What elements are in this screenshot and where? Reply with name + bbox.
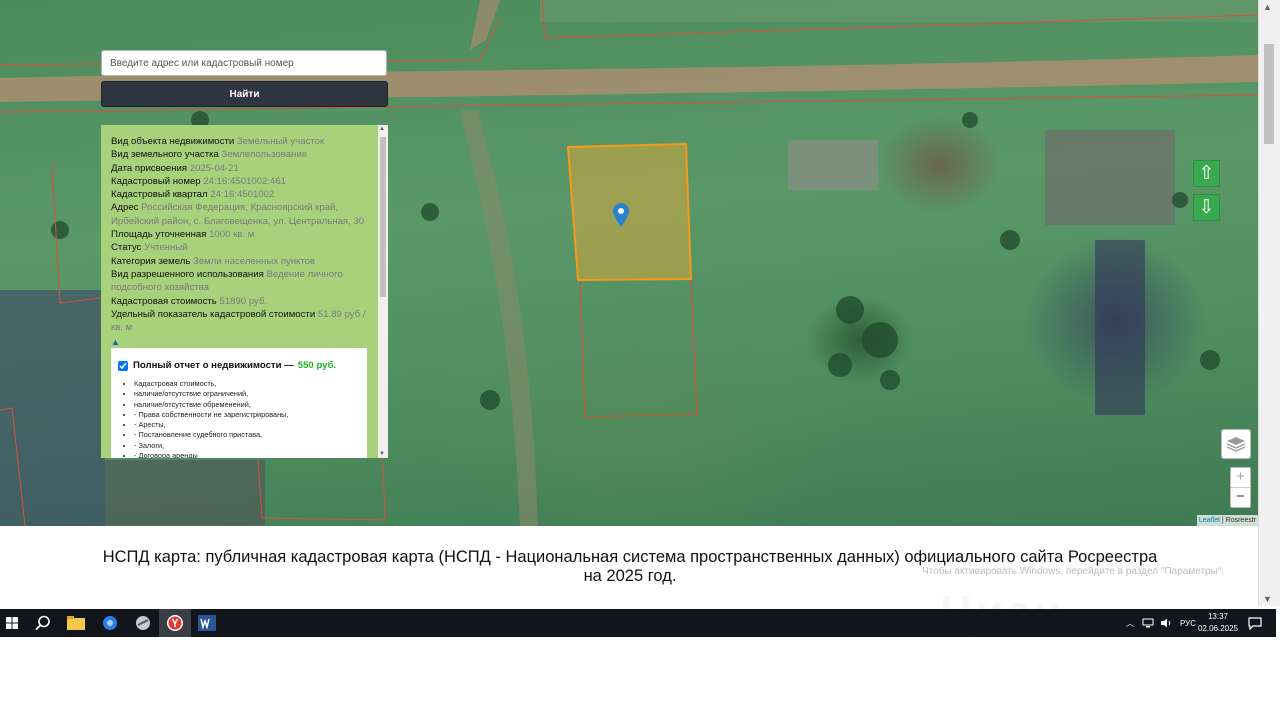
building-1 xyxy=(788,140,878,190)
info-row: Вид объекта недвижимости Земельный участ… xyxy=(111,135,366,148)
info-row: Адрес Российская Федерация, Красноярский… xyxy=(111,201,366,228)
yandex-browser-icon[interactable] xyxy=(165,613,185,633)
info-row: Площадь уточненная 1000 кв. м xyxy=(111,228,366,241)
info-row: Вид земельного участка Землепользование xyxy=(111,148,366,161)
info-row: Кадастровая стоимость 51890 руб. xyxy=(111,295,366,308)
search-icon[interactable] xyxy=(33,613,53,633)
info-key: Площадь уточненная xyxy=(111,229,207,241)
map-attribution: Leaflet | Rosreestr xyxy=(1196,515,1258,526)
info-key: Дата присвоения xyxy=(111,162,188,174)
clock-date: 02.06.2025 xyxy=(1197,624,1239,633)
location-pin-icon[interactable] xyxy=(613,203,629,227)
scroll-up-arrow-icon[interactable]: ▲ xyxy=(379,126,385,132)
report-item: - Договора аренды xyxy=(134,451,359,458)
info-row: Вид разрешенного использования Ведение л… xyxy=(111,268,366,295)
info-row: Дата присвоения 2025-04-21 xyxy=(111,162,366,175)
clock-time: 13:37 xyxy=(1207,612,1229,621)
browser-icon[interactable] xyxy=(100,613,120,633)
info-value: 51890 руб. xyxy=(219,295,268,307)
dark-field xyxy=(1095,240,1145,415)
info-key: Категория земель xyxy=(111,255,191,267)
info-key: Кадастровая стоимость xyxy=(111,295,217,307)
info-key: Вид земельного участка xyxy=(111,149,219,161)
taskbar-clock[interactable]: 13:37 02.06.2025 xyxy=(1196,611,1240,635)
report-item: - Аресты, xyxy=(134,420,359,430)
map-viewport[interactable]: Найти Вид объекта недвижимости Земельный… xyxy=(0,0,1258,526)
language-indicator[interactable]: РУС xyxy=(1180,619,1196,628)
info-value: Земли населенных пунктов xyxy=(193,255,316,267)
report-item: Кадастровая стоимость, xyxy=(134,379,359,389)
page-scroll-up-icon[interactable]: ▲ xyxy=(1263,2,1272,12)
report-item: наличие/отсутствие ограничений, xyxy=(134,389,359,399)
info-value: 2025-04-21 xyxy=(189,162,239,174)
field-bottom xyxy=(105,460,265,526)
info-key: Удельный показатель кадастровой стоимост… xyxy=(111,308,316,320)
scroll-down-arrow-icon[interactable]: ▼ xyxy=(379,451,385,457)
volume-icon[interactable] xyxy=(1160,618,1172,628)
info-row: Статус Учтенный xyxy=(111,241,366,254)
report-item: наличие/отсутствие обременений, xyxy=(134,400,359,410)
info-value: 1000 кв. м xyxy=(209,229,255,241)
property-info-panel[interactable]: Вид объекта недвижимости Земельный участ… xyxy=(101,125,388,458)
zoom-in-button[interactable]: + xyxy=(1231,468,1250,488)
info-value: Земельный участок xyxy=(236,136,325,147)
zoom-out-button[interactable]: − xyxy=(1231,488,1250,507)
track-south xyxy=(460,110,538,526)
info-value: 24:16:4501002 xyxy=(210,189,275,201)
zoom-control: + − xyxy=(1230,467,1251,508)
building-2 xyxy=(1045,130,1175,225)
network-icon[interactable] xyxy=(1142,618,1154,628)
windows-activation-hint: Чтобы активировать Windows, перейдите в … xyxy=(922,566,1225,577)
info-row: Удельный показатель кадастровой стоимост… xyxy=(111,308,366,335)
layers-icon xyxy=(1226,437,1246,452)
panel-scrollbar[interactable]: ▲ ▼ xyxy=(378,125,388,458)
report-items-list: Кадастровая стоимость,наличие/отсутствие… xyxy=(118,379,359,458)
info-value: Российская Федерация, Красноярский край,… xyxy=(111,202,365,227)
info-key: Адрес xyxy=(111,202,139,214)
report-box: Полный отчет о недвижимости — 550 руб. К… xyxy=(111,348,367,458)
info-key: Вид объекта недвижимости xyxy=(111,136,235,147)
page-scroll-thumb[interactable] xyxy=(1264,44,1274,144)
search-button[interactable]: Найти xyxy=(101,81,388,107)
info-key: Статус xyxy=(111,242,142,254)
report-item: - Залоги, xyxy=(134,441,359,451)
info-key: Кадастровый номер xyxy=(111,175,201,187)
app-icon[interactable] xyxy=(133,613,153,633)
property-info-list: Вид объекта недвижимости Земельный участ… xyxy=(111,135,366,350)
report-item: - Права собственности не зарегистрирован… xyxy=(134,410,359,420)
chevron-up-icon[interactable]: ︿ xyxy=(1126,618,1134,629)
windows-taskbar: ︿ РУС 13:37 02.06.2025 xyxy=(0,609,1276,637)
road-north xyxy=(470,0,500,50)
file-explorer-icon[interactable] xyxy=(66,613,86,633)
report-title: Полный отчет о недвижимости — xyxy=(133,360,294,371)
arrow-down-button[interactable]: ⇩ xyxy=(1193,194,1220,221)
info-row: Кадастровый номер 24:16:4501002:461 xyxy=(111,175,366,188)
system-tray: ︿ РУС xyxy=(1126,609,1196,637)
arrow-up-button[interactable]: ⇧ xyxy=(1193,160,1220,187)
info-row: Категория земель Земли населенных пункто… xyxy=(111,255,366,268)
report-header: Полный отчет о недвижимости — 550 руб. xyxy=(118,360,359,371)
selected-parcel[interactable] xyxy=(566,142,693,282)
report-item: - Постановление судебного пристава, xyxy=(134,430,359,440)
word-icon[interactable] xyxy=(197,613,217,633)
dark-field-left xyxy=(0,290,105,526)
search-input[interactable] xyxy=(101,50,387,76)
layers-button[interactable] xyxy=(1221,429,1251,459)
info-row: Кадастровый квартал 24:16:4501002 xyxy=(111,188,366,201)
leaflet-link[interactable]: Leaflet xyxy=(1199,517,1220,524)
rosreestr-credit: | Rosreestr xyxy=(1219,517,1256,524)
page-scroll-down-icon[interactable]: ▼ xyxy=(1263,594,1272,604)
info-value: Учтенный xyxy=(144,242,188,254)
windows-start-icon[interactable] xyxy=(2,613,22,633)
info-value: 24:16:4501002:461 xyxy=(203,175,287,187)
info-value: Землепользование xyxy=(221,149,308,161)
info-key: Кадастровый квартал xyxy=(111,189,208,201)
page-scrollbar[interactable]: ▲ ▼ xyxy=(1258,0,1280,606)
panel-scroll-thumb[interactable] xyxy=(380,137,386,297)
notifications-icon[interactable] xyxy=(1245,613,1265,633)
report-checkbox[interactable] xyxy=(118,360,128,371)
report-price: 550 руб. xyxy=(297,360,337,371)
info-key: Вид разрешенного использования xyxy=(111,268,264,280)
